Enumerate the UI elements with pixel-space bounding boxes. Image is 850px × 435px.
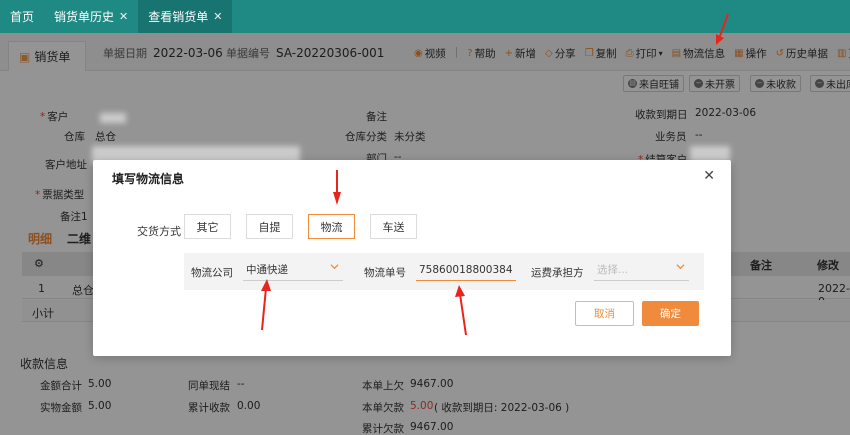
tab-label: 销货单历史 bbox=[54, 10, 115, 24]
tab-home[interactable]: 首页 bbox=[0, 0, 44, 33]
tab-sales-history[interactable]: 销货单历史 ✕ bbox=[44, 0, 138, 33]
chevron-down-icon bbox=[676, 264, 685, 270]
tab-view-sales-order[interactable]: 查看销货单 ✕ bbox=[138, 0, 233, 33]
freight-payer-label: 运费承担方 bbox=[531, 267, 584, 279]
close-icon[interactable]: ✕ bbox=[119, 10, 128, 23]
company-value: 中通快递 bbox=[246, 264, 288, 276]
mode-pickup-button[interactable]: 自提 bbox=[246, 214, 293, 239]
confirm-button[interactable]: 确定 bbox=[642, 301, 699, 326]
chevron-down-icon bbox=[330, 264, 339, 270]
close-icon[interactable]: ✕ bbox=[703, 168, 715, 184]
redacted-block bbox=[100, 113, 126, 123]
delivery-mode-label: 交货方式 bbox=[137, 225, 181, 238]
logistics-info-dialog: 填写物流信息 ✕ 交货方式 其它 自提 物流 车送 物流公司 中通快递 物流单号… bbox=[93, 160, 731, 356]
payer-placeholder: 选择... bbox=[597, 264, 629, 276]
company-label: 物流公司 bbox=[191, 267, 233, 279]
freight-payer-select[interactable]: 选择... bbox=[594, 259, 689, 281]
dialog-title: 填写物流信息 bbox=[112, 172, 185, 186]
mode-other-button[interactable]: 其它 bbox=[184, 214, 231, 239]
top-tab-bar: 首页 销货单历史 ✕ 查看销货单 ✕ bbox=[0, 0, 850, 33]
tab-label: 首页 bbox=[10, 10, 35, 24]
mode-logistics-button[interactable]: 物流 bbox=[308, 214, 355, 239]
company-select[interactable]: 中通快递 bbox=[243, 259, 343, 281]
tracking-label: 物流单号 bbox=[364, 267, 406, 279]
cancel-button[interactable]: 取消 bbox=[575, 301, 634, 326]
tracking-number-input[interactable]: 75860018800384 bbox=[416, 259, 516, 281]
tab-label: 查看销货单 bbox=[148, 10, 209, 24]
mode-vehicle-button[interactable]: 车送 bbox=[370, 214, 417, 239]
logistics-fields-panel: 物流公司 中通快递 物流单号 75860018800384 运费承担方 选择..… bbox=[184, 253, 704, 290]
close-icon[interactable]: ✕ bbox=[213, 10, 222, 23]
